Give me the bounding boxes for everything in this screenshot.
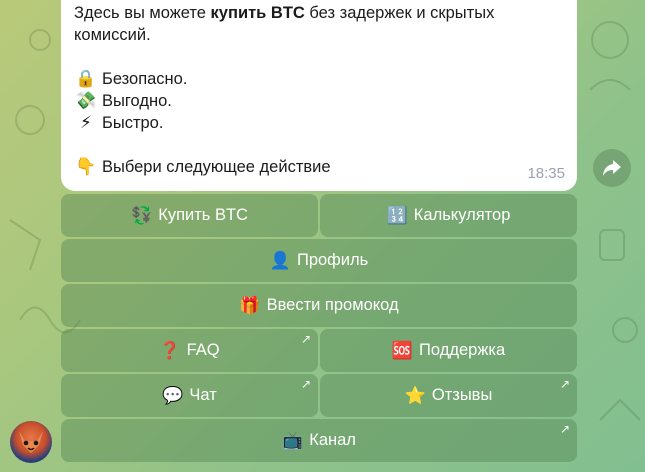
- feature-secure-label: Безопасно.: [102, 70, 188, 88]
- message-intro: Здесь вы можете купить BTC без задержек …: [74, 4, 495, 44]
- profile-button[interactable]: 👤 Профиль: [61, 239, 577, 282]
- fox-avatar-icon: [19, 431, 43, 453]
- pointing-down-icon: 👇: [75, 157, 97, 176]
- promo-code-label: Ввести промокод: [266, 296, 399, 314]
- feature-profitable-label: Выгодно.: [102, 92, 172, 110]
- feature-fast-label: Быстро.: [102, 114, 164, 132]
- sos-icon: 🆘: [391, 340, 414, 360]
- faq-label: FAQ: [186, 341, 220, 359]
- call-to-action: 👇 Выбери следующее действие: [74, 156, 561, 178]
- reviews-label: Отзывы: [431, 386, 493, 404]
- faq-button[interactable]: ❓ FAQ ↗: [61, 329, 318, 372]
- chat-button[interactable]: 💬 Чат ↗: [61, 374, 318, 417]
- feature-profitable: 💸 Выгодно.: [74, 90, 561, 112]
- reviews-button[interactable]: ⭐ Отзывы ↗: [320, 374, 577, 417]
- lock-icon: 🔒: [75, 69, 97, 88]
- calculator-label: Калькулятор: [413, 206, 511, 224]
- gift-icon: 🎁: [239, 295, 261, 315]
- support-button[interactable]: 🆘 Поддержка: [320, 329, 577, 372]
- share-arrow-icon: [603, 160, 621, 176]
- channel-button[interactable]: 📺 Канал ↗: [61, 419, 577, 462]
- share-button[interactable]: [593, 149, 631, 187]
- calculator-button[interactable]: 🔢 Калькулятор: [320, 194, 577, 237]
- exchange-icon: 💱: [131, 205, 153, 225]
- tv-icon: 📺: [282, 430, 304, 450]
- question-icon: ❓: [159, 340, 181, 360]
- star-icon: ⭐: [404, 385, 426, 405]
- external-link-icon: ↗: [559, 377, 570, 391]
- chat-label: Чат: [189, 386, 217, 404]
- channel-label: Канал: [309, 431, 356, 449]
- profile-label: Профиль: [296, 251, 369, 269]
- message-intro-bold: купить BTC: [210, 4, 305, 22]
- bot-message-bubble: Здесь вы можете купить BTC без задержек …: [61, 0, 577, 191]
- external-link-icon: ↗: [300, 332, 311, 346]
- message-time: 18:35: [527, 165, 565, 182]
- money-icon: 💸: [75, 91, 97, 110]
- buy-btc-button[interactable]: 💱 Купить BTC: [61, 194, 318, 237]
- lightning-icon: ⚡: [80, 113, 92, 132]
- feature-secure: 🔒 Безопасно.: [74, 68, 561, 90]
- external-link-icon: ↗: [300, 377, 311, 391]
- support-label: Поддержка: [419, 341, 506, 359]
- promo-code-button[interactable]: 🎁 Ввести промокод: [61, 284, 577, 327]
- numbers-icon: 🔢: [386, 205, 408, 225]
- call-to-action-label: Выбери следующее действие: [102, 158, 331, 176]
- buy-btc-label: Купить BTC: [158, 206, 248, 224]
- bot-avatar[interactable]: [10, 421, 52, 463]
- user-icon: 👤: [269, 250, 291, 270]
- feature-fast: ⚡ Быстро.: [74, 112, 561, 134]
- external-link-icon: ↗: [559, 422, 570, 436]
- speech-bubble-icon: 💬: [162, 385, 184, 405]
